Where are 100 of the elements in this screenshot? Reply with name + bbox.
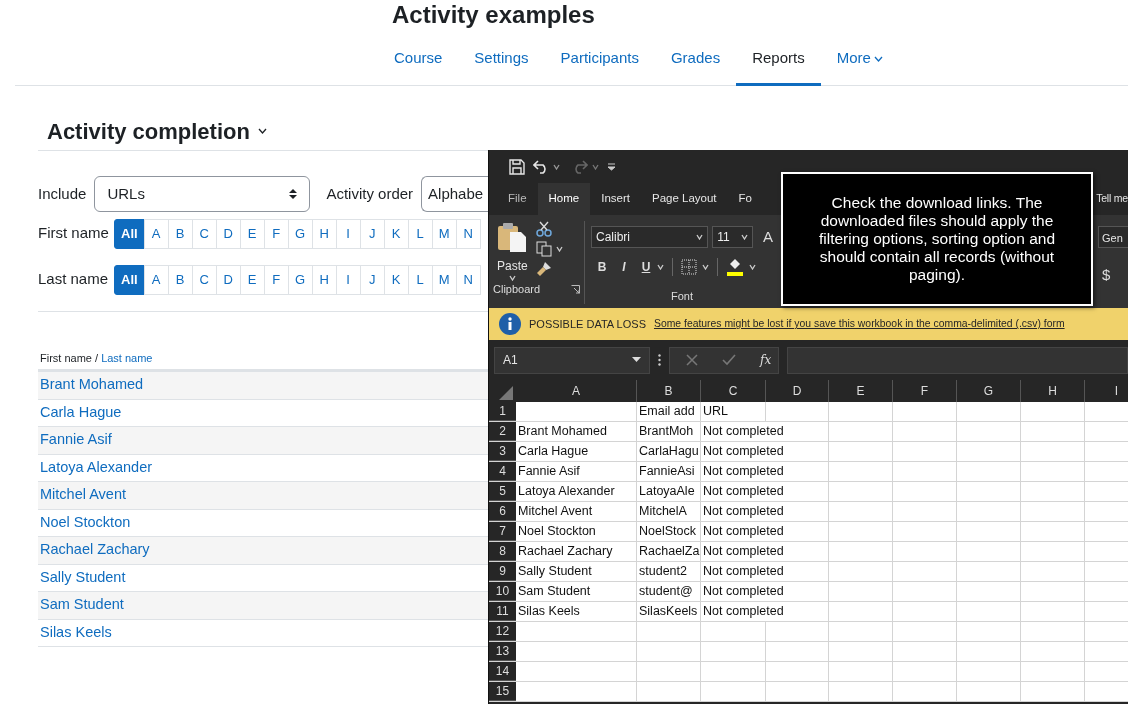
letter-link[interactable]: I xyxy=(335,265,361,295)
nav-tab[interactable]: Reports xyxy=(736,34,821,86)
letter-link[interactable]: F xyxy=(263,265,289,295)
scissors-icon[interactable] xyxy=(535,221,552,237)
letter-link[interactable]: E xyxy=(239,219,265,249)
name-link[interactable]: Latoya Alexander xyxy=(40,456,153,479)
save-icon[interactable] xyxy=(509,158,525,175)
letter-link[interactable]: N xyxy=(455,219,481,249)
ribbon-tab[interactable]: Fo xyxy=(727,183,763,215)
currency-button[interactable]: $ xyxy=(1098,264,1128,287)
ribbon-tab[interactable]: Tell me xyxy=(1096,183,1128,215)
letter-link[interactable]: C xyxy=(191,219,217,249)
row-header[interactable]: 9 xyxy=(489,562,516,581)
letter-link[interactable]: N xyxy=(455,265,481,295)
letter-link[interactable]: C xyxy=(191,265,217,295)
row-header[interactable]: 4 xyxy=(489,462,516,481)
row-header[interactable]: 11 xyxy=(489,602,516,621)
letter-link[interactable]: H xyxy=(311,265,337,295)
letter-link[interactable]: L xyxy=(407,265,433,295)
name-link[interactable]: Fannie Asif xyxy=(40,429,112,452)
letter-link[interactable]: All xyxy=(114,219,145,249)
letter-link[interactable]: M xyxy=(431,219,457,249)
paste-button[interactable]: Paste xyxy=(497,221,528,281)
column-header[interactable]: G xyxy=(957,380,1021,402)
row-header[interactable]: 12 xyxy=(489,622,516,641)
letter-link[interactable]: A xyxy=(143,265,169,295)
column-header[interactable]: E xyxy=(829,380,893,402)
row-header[interactable]: 2 xyxy=(489,422,516,441)
letter-link[interactable]: K xyxy=(383,219,409,249)
name-link[interactable]: Brant Mohamed xyxy=(40,374,144,397)
letter-link[interactable]: G xyxy=(287,219,313,249)
font-name-select[interactable]: Calibri xyxy=(591,226,709,249)
grow-font-button[interactable]: A xyxy=(763,226,773,249)
notice-link[interactable]: Some features might be lost if you save this workbook in the comma-delimited (.csv) form xyxy=(654,316,1065,332)
nav-tab[interactable]: More xyxy=(820,34,899,86)
format-button[interactable]: B xyxy=(591,257,613,276)
row-header[interactable]: 14 xyxy=(489,662,516,681)
row-header[interactable]: 7 xyxy=(489,522,516,541)
name-link[interactable]: Sally Student xyxy=(40,566,126,589)
row-header[interactable]: 15 xyxy=(489,682,516,701)
column-header[interactable]: F xyxy=(893,380,957,402)
undo-icon[interactable] xyxy=(533,159,549,174)
insert-function-button[interactable]: fx xyxy=(760,351,772,369)
fill-color-icon[interactable] xyxy=(726,257,744,276)
nav-tab[interactable]: Participants xyxy=(544,34,655,86)
letter-link[interactable]: F xyxy=(263,219,289,249)
row-header[interactable]: 8 xyxy=(489,542,516,561)
letter-link[interactable]: D xyxy=(215,219,241,249)
copy-icon[interactable] xyxy=(535,241,552,257)
row-header[interactable]: 5 xyxy=(489,482,516,501)
row-header[interactable]: 6 xyxy=(489,502,516,521)
format-button[interactable]: I xyxy=(613,257,635,276)
column-header[interactable]: A xyxy=(516,380,637,402)
ribbon-tab[interactable]: File xyxy=(497,183,538,215)
letter-link[interactable]: A xyxy=(143,219,169,249)
letter-link[interactable]: M xyxy=(431,265,457,295)
font-size-select[interactable]: 11 xyxy=(712,226,753,249)
column-header[interactable]: H xyxy=(1021,380,1085,402)
redo-icon[interactable] xyxy=(572,159,588,174)
sort-link[interactable]: Last name xyxy=(101,352,153,364)
letter-link[interactable]: J xyxy=(359,219,385,249)
nav-tab[interactable]: Settings xyxy=(458,34,545,86)
name-link[interactable]: Noel Stockton xyxy=(40,511,131,534)
letter-link[interactable]: D xyxy=(215,265,241,295)
letter-link[interactable]: All xyxy=(114,265,145,295)
name-link[interactable]: Carla Hague xyxy=(40,401,122,424)
letter-link[interactable]: E xyxy=(239,265,265,295)
column-header[interactable]: D xyxy=(766,380,829,402)
row-header[interactable]: 13 xyxy=(489,642,516,661)
row-header[interactable]: 1 xyxy=(489,402,516,421)
format-button[interactable]: U xyxy=(635,257,657,276)
formula-input[interactable] xyxy=(787,346,1128,374)
letter-link[interactable]: G xyxy=(287,265,313,295)
nav-tab[interactable]: Course xyxy=(378,34,459,86)
cancel-icon[interactable] xyxy=(686,354,698,366)
customize-icon[interactable] xyxy=(607,162,616,171)
borders-icon[interactable] xyxy=(681,258,697,275)
name-box[interactable]: A1 xyxy=(494,346,650,374)
number-format-select[interactable]: Gen xyxy=(1098,226,1128,248)
brush-icon[interactable] xyxy=(535,261,552,277)
column-header[interactable]: B xyxy=(637,380,701,402)
letter-link[interactable]: B xyxy=(167,219,193,249)
ribbon-tab[interactable]: Home xyxy=(537,183,591,215)
nav-tab[interactable]: Grades xyxy=(654,34,737,86)
include-select[interactable]: URLs xyxy=(94,176,311,212)
column-header[interactable]: C xyxy=(701,380,766,402)
check-icon[interactable] xyxy=(722,354,736,366)
name-link[interactable]: Silas Keels xyxy=(40,621,112,644)
name-link[interactable]: Sam Student xyxy=(40,594,124,617)
letter-link[interactable]: B xyxy=(167,265,193,295)
letter-link[interactable]: L xyxy=(407,219,433,249)
name-link[interactable]: Rachael Zachary xyxy=(40,539,150,562)
letter-link[interactable]: K xyxy=(383,265,409,295)
row-header[interactable]: 10 xyxy=(489,582,516,601)
ribbon-tab[interactable]: Page Layout xyxy=(641,183,728,215)
letter-link[interactable]: I xyxy=(335,219,361,249)
ribbon-tab[interactable]: Insert xyxy=(590,183,641,215)
column-header[interactable]: I xyxy=(1085,380,1128,402)
letter-link[interactable]: H xyxy=(311,219,337,249)
letter-link[interactable]: J xyxy=(359,265,385,295)
